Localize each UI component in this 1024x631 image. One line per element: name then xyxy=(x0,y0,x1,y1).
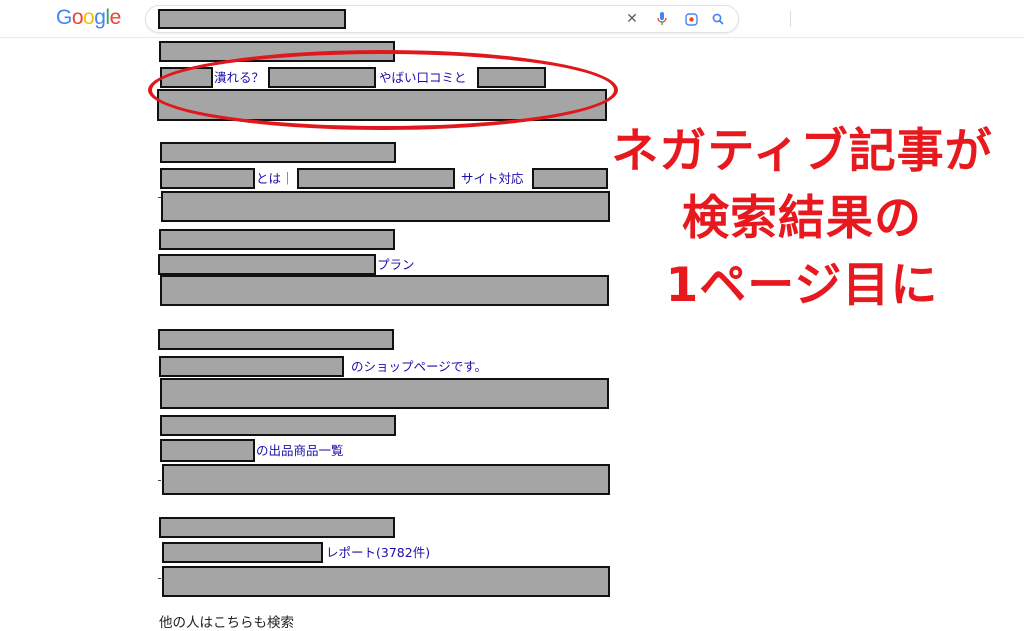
annotation-callout: ネガティブ記事が 検索結果の 1ページ目に xyxy=(584,118,1020,319)
top-bar: Google ✕ xyxy=(0,0,1024,38)
redacted-site xyxy=(158,329,394,350)
redacted-snippet xyxy=(162,464,610,495)
related-searches-heading: 他の人はこちらも検索 xyxy=(159,615,294,631)
snippet-edge xyxy=(158,578,161,579)
redacted-site xyxy=(159,229,395,250)
redacted-site xyxy=(159,517,395,538)
search-icon[interactable] xyxy=(709,10,727,28)
result-title-link[interactable]: サイト対応 xyxy=(461,171,524,187)
redacted-site xyxy=(160,142,396,163)
result-title-link[interactable]: レポート(3782件) xyxy=(326,545,430,561)
close-icon[interactable]: ✕ xyxy=(623,10,641,28)
redacted-snippet xyxy=(162,566,610,597)
redacted-title-part xyxy=(297,168,455,189)
search-input[interactable]: ✕ xyxy=(145,5,791,33)
redacted-query xyxy=(158,9,346,29)
redacted-title-part xyxy=(158,254,376,275)
divider xyxy=(790,11,791,27)
result-title-link[interactable]: とは｜ xyxy=(256,171,294,187)
microphone-icon[interactable] xyxy=(653,10,671,28)
highlight-ellipse xyxy=(148,50,618,130)
redacted-site xyxy=(160,415,396,436)
annotation-line: 検索結果の xyxy=(682,191,922,246)
result-title-link[interactable]: の出品商品一覧 xyxy=(256,443,344,459)
redacted-title-part xyxy=(162,542,323,563)
lens-icon[interactable] xyxy=(682,10,700,28)
redacted-title-part xyxy=(160,439,255,462)
result-title-link[interactable]: のショップページです。 xyxy=(351,359,487,375)
redacted-title-part xyxy=(160,168,255,189)
redacted-snippet xyxy=(160,378,609,409)
google-logo[interactable]: Google xyxy=(56,6,121,30)
annotation-line: ネガティブ記事が xyxy=(611,124,993,179)
redacted-title-part xyxy=(159,356,344,377)
redacted-snippet xyxy=(160,275,609,306)
redacted-snippet xyxy=(161,191,610,222)
snippet-edge xyxy=(158,480,161,481)
result-title-link[interactable]: プラン xyxy=(377,257,415,273)
annotation-line: 1ページ目に xyxy=(665,258,939,313)
